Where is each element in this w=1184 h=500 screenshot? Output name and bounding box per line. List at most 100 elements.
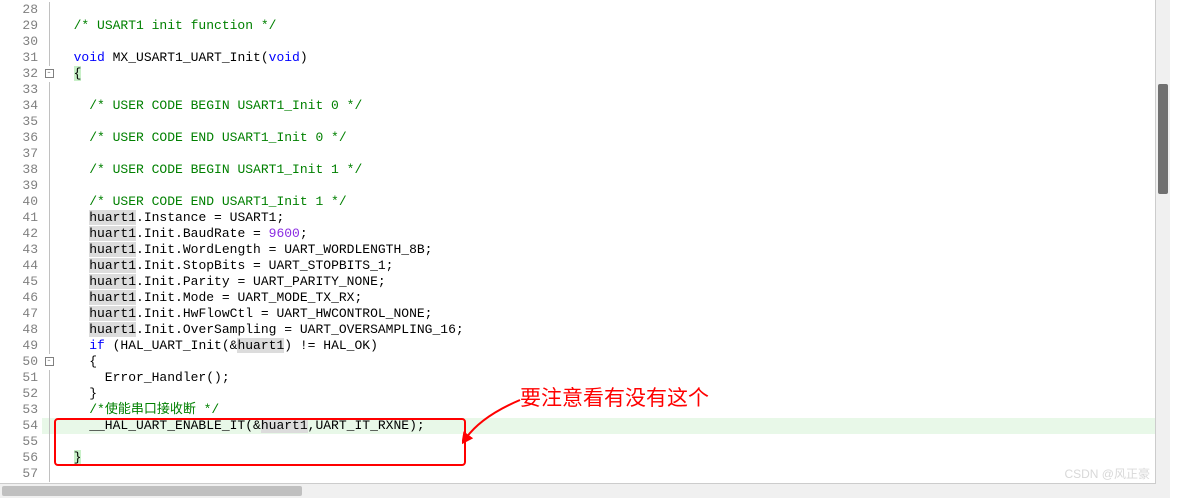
fold-column[interactable]: - <box>42 354 56 370</box>
fold-column[interactable] <box>42 402 56 418</box>
code-line[interactable]: 39 <box>0 178 1170 194</box>
vertical-scrollbar[interactable] <box>1155 0 1170 484</box>
fold-column[interactable] <box>42 226 56 242</box>
fold-guide-icon <box>49 98 50 114</box>
code-content[interactable]: void MX_USART1_UART_Init(void) <box>56 50 1170 66</box>
code-content[interactable]: /* USER CODE END USART1_Init 0 */ <box>56 130 1170 146</box>
code-line[interactable]: 57 <box>0 466 1170 482</box>
code-line[interactable]: 32- { <box>0 66 1170 82</box>
fold-column[interactable] <box>42 338 56 354</box>
code-line[interactable]: 45 huart1.Init.Parity = UART_PARITY_NONE… <box>0 274 1170 290</box>
code-content[interactable]: { <box>56 66 1170 82</box>
code-line[interactable]: 50- { <box>0 354 1170 370</box>
code-content[interactable] <box>56 114 1170 130</box>
code-content[interactable]: } <box>56 450 1170 466</box>
fold-column[interactable] <box>42 82 56 98</box>
code-line[interactable]: 48 huart1.Init.OverSampling = UART_OVERS… <box>0 322 1170 338</box>
code-content[interactable]: /*使能串口接收断 */ <box>56 402 1170 418</box>
code-line[interactable]: 46 huart1.Init.Mode = UART_MODE_TX_RX; <box>0 290 1170 306</box>
fold-column[interactable]: - <box>42 66 56 82</box>
code-line[interactable]: 30 <box>0 34 1170 50</box>
fold-column[interactable] <box>42 162 56 178</box>
code-content[interactable]: /* USER CODE BEGIN USART1_Init 0 */ <box>56 98 1170 114</box>
fold-column[interactable] <box>42 114 56 130</box>
vertical-scrollbar-thumb[interactable] <box>1158 84 1168 194</box>
code-line[interactable]: 29 /* USART1 init function */ <box>0 18 1170 34</box>
code-line[interactable]: 49 if (HAL_UART_Init(&huart1) != HAL_OK) <box>0 338 1170 354</box>
fold-column[interactable] <box>42 418 56 434</box>
code-content[interactable]: huart1.Instance = USART1; <box>56 210 1170 226</box>
code-content[interactable]: huart1.Init.OverSampling = UART_OVERSAMP… <box>56 322 1170 338</box>
code-editor[interactable]: 2829 /* USART1 init function */3031 void… <box>0 0 1170 498</box>
code-content[interactable]: huart1.Init.HwFlowCtl = UART_HWCONTROL_N… <box>56 306 1170 322</box>
code-line[interactable]: 28 <box>0 2 1170 18</box>
code-line[interactable]: 55 <box>0 434 1170 450</box>
code-content[interactable]: huart1.Init.WordLength = UART_WORDLENGTH… <box>56 242 1170 258</box>
code-line[interactable]: 31 void MX_USART1_UART_Init(void) <box>0 50 1170 66</box>
code-line[interactable]: 41 huart1.Instance = USART1; <box>0 210 1170 226</box>
code-line[interactable]: 36 /* USER CODE END USART1_Init 0 */ <box>0 130 1170 146</box>
fold-column[interactable] <box>42 322 56 338</box>
code-line[interactable]: 33 <box>0 82 1170 98</box>
fold-column[interactable] <box>42 370 56 386</box>
code-line[interactable]: 51 Error_Handler(); <box>0 370 1170 386</box>
code-content[interactable]: huart1.Init.BaudRate = 9600; <box>56 226 1170 242</box>
line-number: 49 <box>0 338 42 354</box>
fold-column[interactable] <box>42 274 56 290</box>
code-content[interactable] <box>56 82 1170 98</box>
code-content[interactable]: __HAL_UART_ENABLE_IT(&huart1,UART_IT_RXN… <box>56 418 1170 434</box>
fold-minus-icon[interactable]: - <box>45 357 54 366</box>
code-line[interactable]: 56 } <box>0 450 1170 466</box>
code-line[interactable]: 37 <box>0 146 1170 162</box>
fold-column[interactable] <box>42 146 56 162</box>
code-line[interactable]: 54 __HAL_UART_ENABLE_IT(&huart1,UART_IT_… <box>0 418 1170 434</box>
fold-column[interactable] <box>42 130 56 146</box>
code-line[interactable]: 43 huart1.Init.WordLength = UART_WORDLEN… <box>0 242 1170 258</box>
code-content[interactable] <box>56 34 1170 50</box>
fold-column[interactable] <box>42 50 56 66</box>
code-content[interactable]: /* USER CODE END USART1_Init 1 */ <box>56 194 1170 210</box>
code-content[interactable]: huart1.Init.StopBits = UART_STOPBITS_1; <box>56 258 1170 274</box>
fold-column[interactable] <box>42 386 56 402</box>
code-line[interactable]: 44 huart1.Init.StopBits = UART_STOPBITS_… <box>0 258 1170 274</box>
fold-column[interactable] <box>42 290 56 306</box>
fold-minus-icon[interactable]: - <box>45 69 54 78</box>
fold-column[interactable] <box>42 98 56 114</box>
fold-column[interactable] <box>42 450 56 466</box>
code-content[interactable]: if (HAL_UART_Init(&huart1) != HAL_OK) <box>56 338 1170 354</box>
fold-column[interactable] <box>42 194 56 210</box>
horizontal-scrollbar-thumb[interactable] <box>2 486 302 496</box>
code-line[interactable]: 35 <box>0 114 1170 130</box>
code-content[interactable]: /* USART1 init function */ <box>56 18 1170 34</box>
code-line[interactable]: 53 /*使能串口接收断 */ <box>0 402 1170 418</box>
fold-column[interactable] <box>42 258 56 274</box>
fold-column[interactable] <box>42 434 56 450</box>
code-content[interactable] <box>56 178 1170 194</box>
code-line[interactable]: 52 } <box>0 386 1170 402</box>
code-line[interactable]: 38 /* USER CODE BEGIN USART1_Init 1 */ <box>0 162 1170 178</box>
code-content[interactable]: } <box>56 386 1170 402</box>
horizontal-scrollbar[interactable] <box>0 483 1170 498</box>
code-content[interactable]: huart1.Init.Parity = UART_PARITY_NONE; <box>56 274 1170 290</box>
fold-column[interactable] <box>42 466 56 482</box>
code-content[interactable] <box>56 2 1170 18</box>
code-content[interactable]: { <box>56 354 1170 370</box>
fold-column[interactable] <box>42 178 56 194</box>
fold-column[interactable] <box>42 2 56 18</box>
fold-column[interactable] <box>42 242 56 258</box>
code-content[interactable] <box>56 434 1170 450</box>
code-content[interactable]: Error_Handler(); <box>56 370 1170 386</box>
code-content[interactable]: /* USER CODE BEGIN USART1_Init 1 */ <box>56 162 1170 178</box>
code-area[interactable]: 2829 /* USART1 init function */3031 void… <box>0 0 1170 482</box>
fold-column[interactable] <box>42 34 56 50</box>
code-content[interactable] <box>56 466 1170 482</box>
code-line[interactable]: 34 /* USER CODE BEGIN USART1_Init 0 */ <box>0 98 1170 114</box>
code-content[interactable] <box>56 146 1170 162</box>
fold-column[interactable] <box>42 306 56 322</box>
code-content[interactable]: huart1.Init.Mode = UART_MODE_TX_RX; <box>56 290 1170 306</box>
fold-column[interactable] <box>42 210 56 226</box>
code-line[interactable]: 47 huart1.Init.HwFlowCtl = UART_HWCONTRO… <box>0 306 1170 322</box>
code-line[interactable]: 42 huart1.Init.BaudRate = 9600; <box>0 226 1170 242</box>
fold-column[interactable] <box>42 18 56 34</box>
code-line[interactable]: 40 /* USER CODE END USART1_Init 1 */ <box>0 194 1170 210</box>
